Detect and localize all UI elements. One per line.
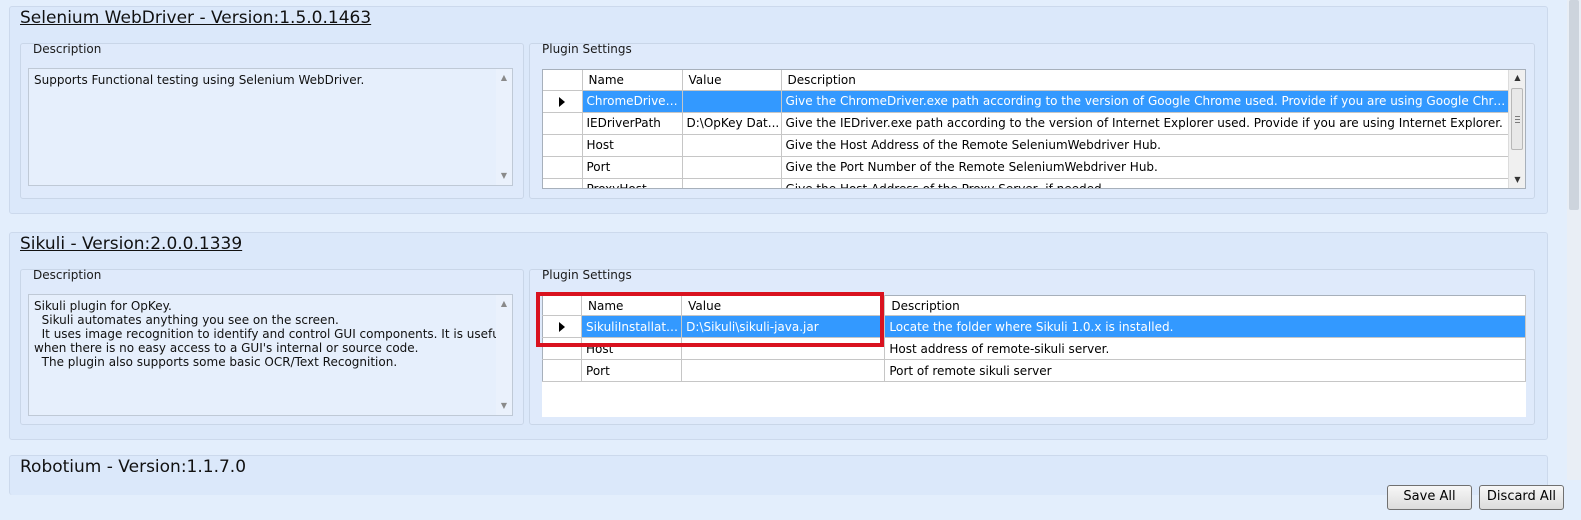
column-header-name[interactable]: Name [581, 295, 683, 316]
column-header-name[interactable]: Name [582, 70, 683, 91]
plugin-settings-page: Selenium WebDriver - Version:1.5.0.1463 … [0, 0, 1581, 520]
grid-vertical-scrollbar[interactable]: ▲ ▼ [1508, 70, 1525, 188]
description-line: Supports Functional testing using Seleni… [34, 73, 365, 87]
grip-line [1515, 119, 1520, 120]
table-row[interactable]: ProxyHost Give the Host Address of the P… [543, 178, 1510, 188]
sikuli-description-text: Sikuli plugin for OpKey. Sikuli automate… [28, 294, 513, 416]
selenium-settings-label: Plugin Settings [542, 42, 632, 56]
scroll-down-icon[interactable]: ▼ [496, 399, 512, 413]
scroll-down-icon[interactable]: ▼ [496, 169, 512, 183]
setting-name-cell[interactable]: SikuliInstallatio... [581, 315, 683, 338]
sikuli-description-label: Description [33, 268, 102, 282]
setting-description-cell: Port of remote sikuli server [884, 359, 1526, 382]
setting-value-cell[interactable]: D:\Sikuli\sikuli-java.jar [681, 315, 886, 338]
setting-value-cell[interactable] [682, 134, 782, 157]
grid-header-row: Name Value Description [542, 295, 1526, 316]
description-line: when there is no easy access to a GUI's … [34, 341, 419, 355]
setting-name-cell[interactable]: Port [582, 156, 683, 179]
scroll-up-icon[interactable]: ▲ [1509, 70, 1525, 86]
setting-description-cell: Host address of remote-sikuli server. [884, 337, 1526, 360]
setting-name-cell[interactable]: Host [582, 134, 683, 157]
selenium-settings-grid: Name Value Description ChromeDriverP... … [542, 69, 1526, 189]
description-line: It uses image recognition to identify an… [34, 327, 504, 341]
selenium-description-text: Supports Functional testing using Seleni… [28, 68, 513, 186]
row-selector[interactable] [542, 337, 583, 360]
setting-name-cell[interactable]: IEDriverPath [582, 112, 683, 135]
row-header-corner [542, 295, 583, 316]
row-selector[interactable] [542, 359, 583, 382]
table-row[interactable]: Port Port of remote sikuli server [542, 359, 1526, 382]
table-row[interactable]: Port Give the Port Number of the Remote … [543, 156, 1510, 179]
setting-description-cell: Give the Host Address of the Remote Sele… [781, 134, 1510, 157]
description-scrollbar[interactable]: ▲ ▼ [496, 295, 512, 415]
description-line: Sikuli automates anything you see on the… [34, 313, 339, 327]
setting-name-cell[interactable]: ProxyHost [582, 178, 683, 188]
setting-description-cell: Give the Host Address of the Proxy Serve… [781, 178, 1510, 188]
current-row-icon [559, 96, 566, 107]
column-header-value[interactable]: Value [681, 295, 886, 316]
selenium-description-label: Description [33, 42, 102, 56]
table-row[interactable]: IEDriverPath D:\OpKey Dat... Give the IE… [543, 112, 1510, 135]
grip-line [1515, 122, 1520, 123]
discard-all-button[interactable]: Discard All [1479, 485, 1564, 510]
setting-value-cell[interactable] [682, 178, 782, 188]
table-row[interactable]: Host Give the Host Address of the Remote… [543, 134, 1510, 157]
sikuli-settings-label: Plugin Settings [542, 268, 632, 282]
sikuli-plugin-panel: Sikuli - Version:2.0.0.1339 Description … [9, 232, 1548, 440]
setting-name-cell[interactable]: Port [581, 359, 683, 382]
grid-header-row: Name Value Description [543, 70, 1510, 91]
scroll-up-icon[interactable]: ▲ [496, 297, 512, 311]
page-scrollbar-thumb[interactable] [1569, 0, 1579, 210]
save-all-button[interactable]: Save All [1387, 485, 1472, 510]
setting-value-cell[interactable]: D:\OpKey Dat... [682, 112, 782, 135]
sikuli-description-group: Description Sikuli plugin for OpKey. Sik… [20, 268, 524, 425]
sikuli-settings-group: Plugin Settings Name Value Description S… [529, 268, 1535, 425]
scroll-up-icon[interactable]: ▲ [496, 71, 512, 85]
robotium-plugin-panel: Robotium - Version:1.1.7.0 [9, 455, 1548, 495]
selenium-description-group: Description Supports Functional testing … [20, 42, 524, 199]
row-selector[interactable] [543, 90, 583, 113]
selenium-plugin-title[interactable]: Selenium WebDriver - Version:1.5.0.1463 [20, 8, 371, 28]
column-header-value[interactable]: Value [682, 70, 782, 91]
setting-value-cell[interactable] [681, 337, 886, 360]
table-row[interactable]: SikuliInstallatio... D:\Sikuli\sikuli-ja… [542, 315, 1526, 338]
row-selector[interactable] [543, 178, 583, 188]
row-selector[interactable] [542, 315, 583, 338]
scroll-down-icon[interactable]: ▼ [1509, 172, 1525, 188]
selenium-plugin-panel: Selenium WebDriver - Version:1.5.0.1463 … [9, 6, 1548, 214]
setting-name-cell[interactable]: ChromeDriverP... [582, 90, 683, 113]
sikuli-plugin-title[interactable]: Sikuli - Version:2.0.0.1339 [20, 234, 242, 254]
sikuli-settings-grid: Name Value Description SikuliInstallatio… [542, 295, 1526, 417]
column-header-description[interactable]: Description [781, 70, 1510, 91]
column-header-description[interactable]: Description [884, 295, 1526, 316]
current-row-icon [559, 322, 566, 332]
scrollbar-thumb[interactable] [1511, 88, 1523, 150]
setting-description-cell: Give the IEDriver.exe path according to … [781, 112, 1510, 135]
row-selector[interactable] [543, 112, 583, 135]
page-vertical-scrollbar[interactable] [1567, 0, 1581, 480]
table-row[interactable]: Host Host address of remote-sikuli serve… [542, 337, 1526, 360]
setting-description-cell: Give the Port Number of the Remote Selen… [781, 156, 1510, 179]
row-header-corner [543, 70, 583, 91]
setting-description-cell: Give the ChromeDriver.exe path according… [781, 90, 1510, 113]
setting-value-cell[interactable] [682, 90, 782, 113]
setting-value-cell[interactable] [681, 359, 886, 382]
description-line: The plugin also supports some basic OCR/… [34, 355, 398, 369]
setting-value-cell[interactable] [682, 156, 782, 179]
row-selector[interactable] [543, 134, 583, 157]
selenium-settings-group: Plugin Settings Name Value Description C… [529, 42, 1535, 199]
description-line: Sikuli plugin for OpKey. [34, 299, 172, 313]
grip-line [1515, 116, 1520, 117]
setting-description-cell: Locate the folder where Sikuli 1.0.x is … [884, 315, 1526, 338]
robotium-plugin-title[interactable]: Robotium - Version:1.1.7.0 [20, 457, 246, 477]
table-row[interactable]: ChromeDriverP... Give the ChromeDriver.e… [543, 90, 1510, 113]
row-selector[interactable] [543, 156, 583, 179]
description-scrollbar[interactable]: ▲ ▼ [496, 69, 512, 185]
setting-name-cell[interactable]: Host [581, 337, 683, 360]
